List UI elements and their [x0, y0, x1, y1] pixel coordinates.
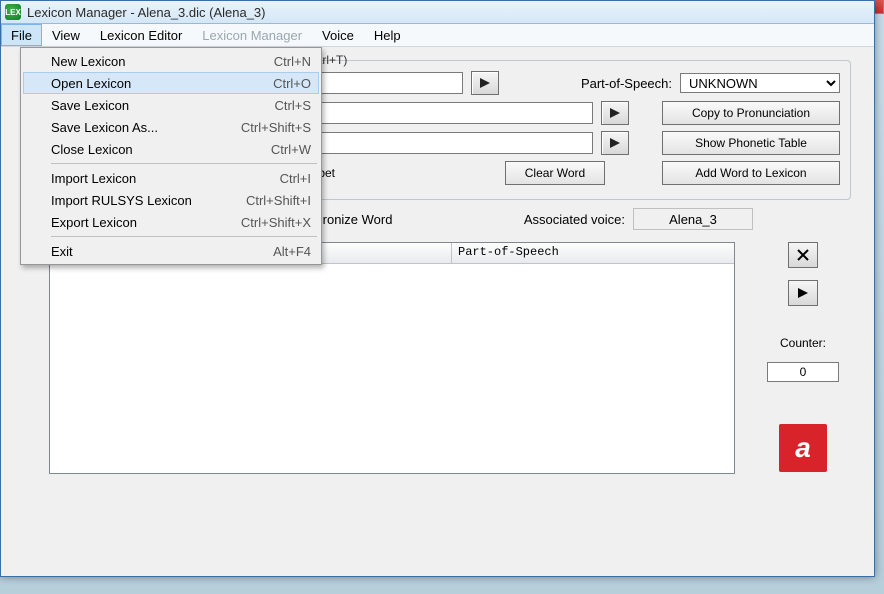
menu-bar: File View Lexicon Editor Lexicon Manager… [1, 24, 874, 47]
menu-help[interactable]: Help [364, 24, 411, 46]
col-pos[interactable]: Part-of-Speech [452, 243, 734, 263]
show-phonetic-table-button[interactable]: Show Phonetic Table [662, 131, 840, 155]
add-word-to-lexicon-button[interactable]: Add Word to Lexicon [662, 161, 840, 185]
menu-exit[interactable]: Exit Alt+F4 [23, 240, 319, 262]
play-entry-button[interactable] [788, 280, 818, 306]
play-icon [798, 288, 808, 298]
menu-save-lexicon-as[interactable]: Save Lexicon As... Ctrl+Shift+S [23, 116, 319, 138]
lexicon-listview[interactable]: Word Pronunciation Part-of-Speech [49, 242, 735, 474]
x-icon [796, 248, 810, 262]
menu-save-lexicon[interactable]: Save Lexicon Ctrl+S [23, 94, 319, 116]
acapela-logo: a [779, 424, 827, 472]
menu-voice[interactable]: Voice [312, 24, 364, 46]
play-word-button[interactable] [471, 71, 499, 95]
play-icon [610, 138, 620, 148]
app-icon: LEX [5, 4, 21, 20]
play-pronunciation-button[interactable] [601, 131, 629, 155]
play-root-button[interactable] [601, 101, 629, 125]
pos-select[interactable]: UNKNOWN [680, 73, 840, 93]
pos-label: Part-of-Speech: [581, 76, 672, 91]
file-dropdown: New Lexicon Ctrl+N Open Lexicon Ctrl+O S… [20, 47, 322, 265]
associated-voice-field [633, 208, 753, 230]
menu-open-lexicon[interactable]: Open Lexicon Ctrl+O [23, 72, 319, 94]
background-tab-fragment: trl+T) [319, 53, 347, 67]
menu-lexicon-editor[interactable]: Lexicon Editor [90, 24, 192, 46]
menu-separator [51, 163, 317, 164]
associated-voice-label: Associated voice: [524, 212, 625, 227]
menu-export-lexicon[interactable]: Export Lexicon Ctrl+Shift+X [23, 211, 319, 233]
menu-file[interactable]: File [1, 24, 42, 46]
play-icon [610, 108, 620, 118]
menu-separator [51, 236, 317, 237]
window-title: Lexicon Manager - Alena_3.dic (Alena_3) [27, 5, 265, 20]
menu-import-rulsys-lexicon[interactable]: Import RULSYS Lexicon Ctrl+Shift+I [23, 189, 319, 211]
menu-new-lexicon[interactable]: New Lexicon Ctrl+N [23, 50, 319, 72]
menu-import-lexicon[interactable]: Import Lexicon Ctrl+I [23, 167, 319, 189]
counter-value: 0 [767, 362, 839, 382]
menu-lexicon-manager[interactable]: Lexicon Manager [192, 24, 312, 46]
menu-close-lexicon[interactable]: Close Lexicon Ctrl+W [23, 138, 319, 160]
clear-word-button[interactable]: Clear Word [505, 161, 605, 185]
copy-to-pronunciation-button[interactable]: Copy to Pronunciation [662, 101, 840, 125]
counter-label: Counter: [780, 336, 826, 350]
delete-entry-button[interactable] [788, 242, 818, 268]
menu-view[interactable]: View [42, 24, 90, 46]
title-bar: LEX Lexicon Manager - Alena_3.dic (Alena… [1, 1, 874, 24]
play-icon [480, 78, 490, 88]
